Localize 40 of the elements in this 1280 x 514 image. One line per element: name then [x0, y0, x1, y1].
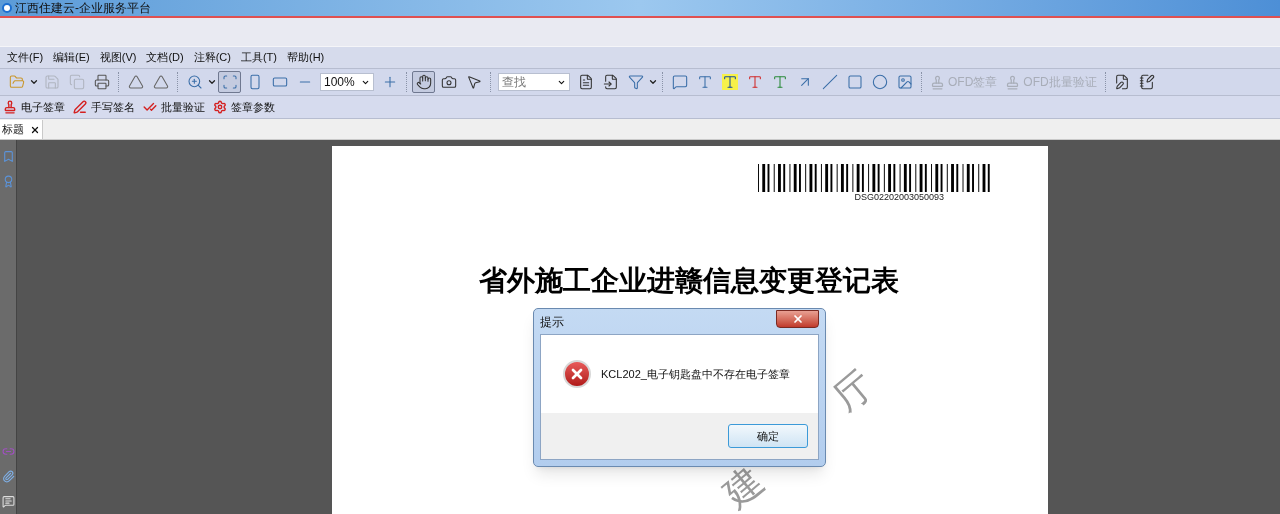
ok-button[interactable]: 确定	[728, 424, 808, 448]
search-combo-field[interactable]: 查找	[498, 73, 570, 91]
seal-stamp-text: 建	[716, 460, 770, 514]
comment-icon[interactable]	[1, 495, 15, 508]
document-title: 省外施工企业进赣信息变更登记表	[479, 263, 899, 299]
signature-tool-button[interactable]: 手写签名	[73, 98, 135, 116]
document-tab[interactable]: 标题	[0, 120, 43, 139]
dialog-title: 提示	[540, 313, 564, 331]
bookmark-icon[interactable]	[1, 150, 15, 163]
dropdown-caret-icon[interactable]	[648, 77, 658, 87]
app-logo-icon	[2, 3, 12, 13]
stamp-icon	[1005, 74, 1021, 90]
double-check-icon	[143, 100, 157, 114]
menu-item[interactable]: 工具(T)	[235, 49, 282, 66]
pen-icon	[73, 100, 87, 114]
menu-item[interactable]: 文档(D)	[141, 49, 189, 66]
signature-tool-button[interactable]: 批量验证	[143, 98, 205, 116]
zoom-combo-field[interactable]: 100%	[320, 73, 374, 91]
menu-item[interactable]: 帮助(H)	[282, 49, 330, 66]
dropdown-caret-icon[interactable]	[207, 77, 217, 87]
hand-icon[interactable]	[412, 71, 435, 93]
seal-stamp-text: 厅	[826, 364, 880, 418]
window-title: 江西住建云-企业服务平台	[15, 0, 151, 17]
stamp-icon	[3, 100, 17, 114]
menu-item[interactable]: 注释(C)	[188, 49, 236, 66]
close-icon	[791, 312, 804, 325]
settings-icon	[213, 100, 227, 114]
error-message: KCL202_电子钥匙盘中不存在电子签章	[601, 366, 790, 382]
error-icon	[563, 360, 591, 388]
menu-item[interactable]: 编辑(E)	[48, 49, 95, 66]
dropdown-caret-icon[interactable]	[29, 77, 39, 87]
close-button[interactable]	[776, 309, 819, 328]
stamp-icon	[930, 74, 945, 90]
close-tab-icon[interactable]	[30, 124, 40, 135]
signature-tool-button[interactable]: 电子签章	[3, 98, 65, 116]
menu-item[interactable]: 视图(V)	[94, 49, 142, 66]
menu-item[interactable]: 文件(F)	[2, 49, 49, 66]
barcode-number: DSG02202003050093	[854, 192, 944, 202]
signature-tool-button[interactable]: 签章参数	[213, 98, 275, 116]
paperclip-icon[interactable]	[1, 470, 15, 483]
